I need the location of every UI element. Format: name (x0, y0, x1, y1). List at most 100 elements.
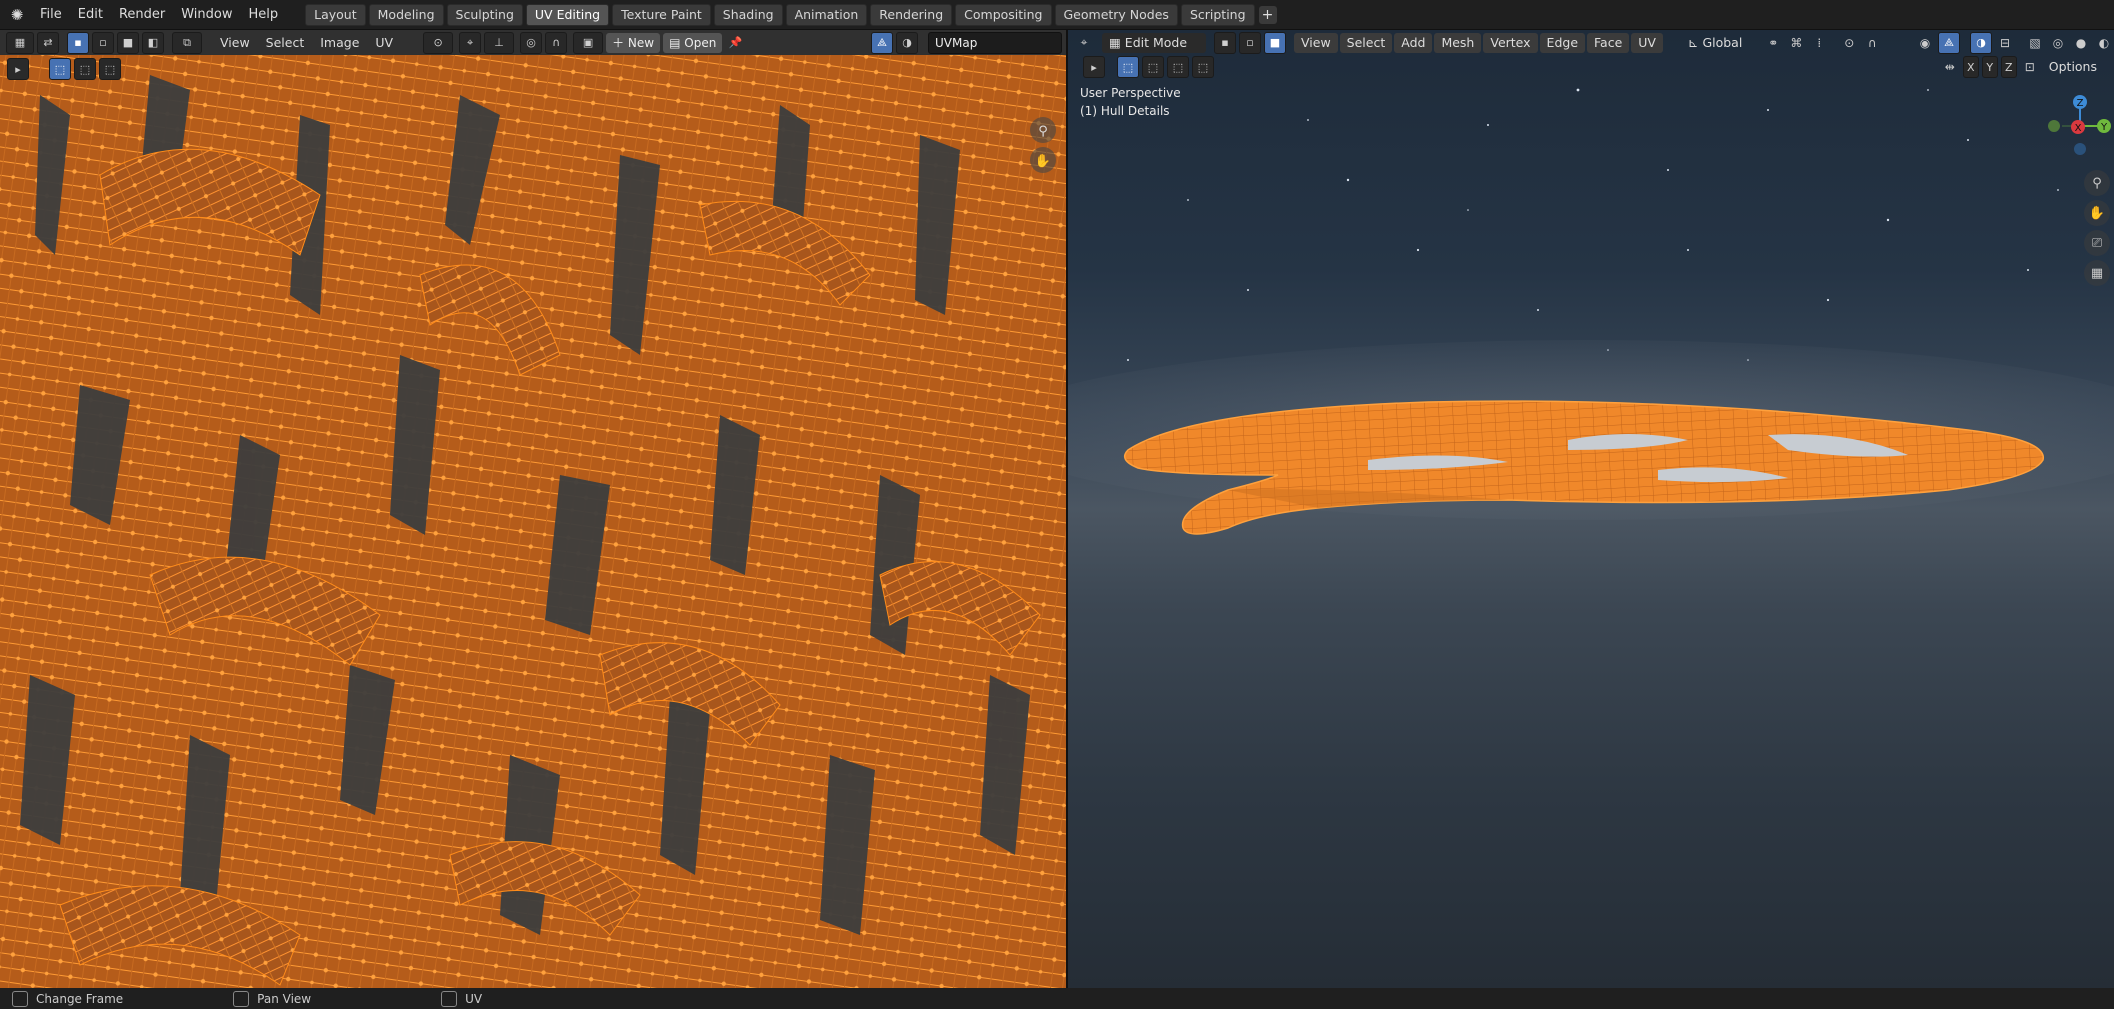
visibility-icon[interactable]: ◉ (1915, 33, 1935, 53)
uv-overlay-icon[interactable]: ◑ (896, 31, 918, 54)
viewport-header: ⌖ ▦ Edit Mode ▪ ▫ ■ View Select Add Mesh… (1068, 30, 2114, 55)
uv-map-canvas[interactable]: ⚲ ✋ (0, 55, 1066, 988)
snapping-icon[interactable]: ⌘ (1786, 33, 1806, 53)
viewport-menu-add[interactable]: Add (1394, 32, 1433, 53)
uv-gizmo-icon[interactable]: ⟁ (871, 31, 893, 54)
uv-editor-header: ▦ ⇄ ▪ ▫ ■ ◧ ⧉ View Select Image UV ⊙ ⌖ ⊥… (0, 30, 1066, 55)
tab-shading[interactable]: Shading (713, 3, 783, 26)
shading-material-icon[interactable]: ◐ (2094, 33, 2114, 53)
mirror-icon[interactable]: ⇹ (1940, 57, 1960, 77)
orientation-selector[interactable]: ⊾ Global (1681, 33, 1749, 53)
uv-menu-uv[interactable]: UV (367, 35, 401, 50)
viewport-menu-face[interactable]: Face (1587, 32, 1630, 53)
pivot-icon[interactable]: ⊙ (423, 31, 454, 54)
falloff-icon[interactable]: ∩ (545, 31, 568, 54)
sticky-selection-icon[interactable]: ⧉ (172, 31, 202, 54)
viewport-menu-mesh[interactable]: Mesh (1434, 32, 1482, 53)
camera-view-icon[interactable]: ⎚ (2084, 230, 2110, 256)
shading-solid-icon[interactable]: ● (2071, 33, 2091, 53)
falloff-curve-icon[interactable]: ∩ (1862, 33, 1882, 53)
add-workspace-button[interactable]: + (1258, 5, 1277, 24)
editor-type-icon[interactable]: ▦ (6, 31, 34, 54)
menu-render[interactable]: Render (111, 4, 173, 26)
new-image-button[interactable]: ＋ New (606, 32, 661, 53)
tab-sculpting[interactable]: Sculpting (446, 3, 523, 26)
proportional-editing-icon[interactable]: ⊙ (1839, 33, 1859, 53)
mode-selector[interactable]: ▦ Edit Mode (1102, 32, 1206, 53)
select-box-icon[interactable]: ⬚ (49, 58, 71, 80)
box-select-extend-icon[interactable]: ⬚ (1142, 56, 1164, 78)
viewport-menu-select[interactable]: Select (1339, 32, 1393, 53)
pan-view-icon[interactable]: ✋ (2084, 200, 2110, 226)
edge-mode-icon[interactable]: ▫ (1239, 31, 1261, 54)
uv-editor: ▦ ⇄ ▪ ▫ ■ ◧ ⧉ View Select Image UV ⊙ ⌖ ⊥… (0, 30, 1066, 988)
tab-modeling[interactable]: Modeling (368, 3, 444, 26)
folder-icon: ▤ (669, 35, 685, 50)
tab-uv-editing[interactable]: UV Editing (525, 3, 610, 26)
zoom-view-icon[interactable]: ⚲ (2084, 170, 2110, 196)
menu-edit[interactable]: Edit (70, 4, 111, 26)
island-select-mode-icon[interactable]: ◧ (142, 31, 164, 54)
viewport-gizmo-icon[interactable]: ⟁ (1938, 31, 1960, 54)
mesh-overlay-icon[interactable]: ⊟ (1995, 33, 2015, 53)
uv-menu-view[interactable]: View (212, 35, 258, 50)
viewport-menu-edge[interactable]: Edge (1539, 32, 1586, 53)
auto-merge-icon[interactable]: ⊡ (2020, 57, 2040, 77)
uvmap-field[interactable]: UVMap (928, 31, 1062, 54)
vertex-mode-icon[interactable]: ▪ (1214, 31, 1236, 54)
uv-menu-select[interactable]: Select (258, 35, 313, 50)
xray-icon[interactable]: ▧ (2025, 33, 2045, 53)
menu-help[interactable]: Help (241, 4, 287, 26)
uv-zoom-icon[interactable]: ⚲ (1030, 117, 1056, 143)
perspective-toggle-icon[interactable]: ▦ (2084, 260, 2110, 286)
shading-wireframe-icon[interactable]: ◎ (2048, 33, 2068, 53)
options-menu[interactable]: Options (2042, 57, 2104, 77)
open-image-button[interactable]: ▤ Open (663, 32, 723, 53)
image-browse-icon[interactable]: ▣ (573, 31, 604, 54)
gizmo-x-label: X (2075, 123, 2082, 134)
tab-scripting[interactable]: Scripting (1180, 3, 1255, 26)
gizmo-y-label: Y (2100, 122, 2108, 133)
tab-geometry-nodes[interactable]: Geometry Nodes (1054, 3, 1178, 26)
snap-icon[interactable]: ⌖ (459, 31, 482, 54)
snap-target-icon[interactable]: ⊥ (484, 31, 515, 54)
select-subtract-icon[interactable]: ⬚ (99, 58, 121, 80)
tab-texture-paint[interactable]: Texture Paint (612, 3, 711, 26)
viewport-toolbar-toggle-icon[interactable]: ▸ (1083, 56, 1105, 78)
viewport-menu-uv[interactable]: UV (1631, 32, 1663, 53)
viewport-overlay-icon[interactable]: ◑ (1970, 31, 1992, 54)
uv-menu-image[interactable]: Image (312, 35, 367, 50)
viewport-editor-type-icon[interactable]: ⌖ (1074, 33, 1094, 53)
uv-sync-selection-icon[interactable]: ⇄ (37, 31, 59, 54)
tab-compositing[interactable]: Compositing (955, 3, 1052, 26)
toolbar-toggle-icon[interactable]: ▸ (7, 58, 29, 80)
uv-pan-icon[interactable]: ✋ (1030, 147, 1056, 173)
viewport-menu-vertex[interactable]: Vertex (1483, 32, 1538, 53)
pivot-point-icon[interactable]: ⚭ (1763, 33, 1783, 53)
scene-view (1068, 88, 2114, 535)
snap-increment-icon[interactable]: ⁞ (1809, 33, 1829, 53)
box-select-new-icon[interactable]: ⬚ (1117, 56, 1139, 78)
menu-window[interactable]: Window (173, 4, 240, 26)
box-select-subtract-icon[interactable]: ⬚ (1167, 56, 1189, 78)
menu-file[interactable]: File (32, 4, 70, 26)
tab-animation[interactable]: Animation (785, 3, 868, 26)
pin-icon[interactable]: 📌 (725, 33, 745, 53)
blender-logo-icon[interactable]: ✺ (6, 4, 28, 26)
3d-viewport[interactable]: ⌖ ▦ Edit Mode ▪ ▫ ■ View Select Add Mesh… (1068, 30, 2114, 988)
face-mode-icon[interactable]: ■ (1264, 31, 1286, 54)
tab-rendering[interactable]: Rendering (870, 3, 953, 26)
mirror-y-toggle[interactable]: Y (1981, 56, 1998, 78)
tab-layout[interactable]: Layout (305, 3, 366, 26)
select-extend-icon[interactable]: ⬚ (74, 58, 96, 80)
box-select-invert-icon[interactable]: ⬚ (1192, 56, 1214, 78)
viewport-menu-view[interactable]: View (1294, 32, 1338, 53)
vertex-select-mode-icon[interactable]: ▪ (67, 31, 89, 54)
mouse-right-icon (441, 990, 458, 1007)
status-pan-view: Pan View (221, 990, 311, 1007)
proportional-edit-icon[interactable]: ◎ (520, 31, 543, 54)
face-select-mode-icon[interactable]: ■ (117, 31, 139, 54)
mirror-x-toggle[interactable]: X (1962, 56, 1979, 78)
edge-select-mode-icon[interactable]: ▫ (92, 31, 114, 54)
mirror-z-toggle[interactable]: Z (2000, 56, 2017, 78)
